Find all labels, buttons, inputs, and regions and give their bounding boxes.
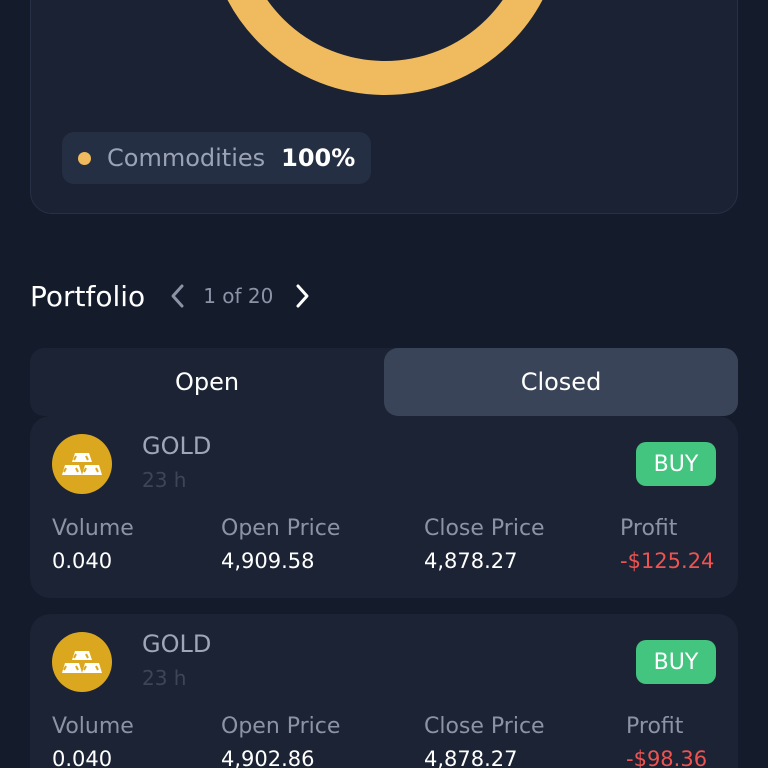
open-price-column: Open Price 4,909.58 [221,516,340,573]
legend-item-commodities: Commodities 100% [62,132,372,184]
chevron-right-icon[interactable] [291,281,315,311]
position-tabs: Open Closed [30,348,738,416]
legend-label: Commodities [107,144,266,172]
donut-slice-commodities [227,0,543,95]
gold-bars-icon [52,434,112,494]
volume-value: 0.040 [52,747,113,768]
open-price-column: Open Price 4,902.86 [221,714,340,768]
close-price-value: 4,878.27 [424,747,518,768]
position-card[interactable]: GOLD 23 h BUY Volume 0.040 Open Price 4,… [30,416,738,598]
profit-value: -$98.36 [626,747,708,768]
volume-column: Volume 0.040 [52,516,134,573]
buy-badge: BUY [636,442,716,486]
legend-percent: 100% [281,144,356,172]
closed-positions-screen: Commodities 100% Portfolio 1 of 20 Open … [0,0,768,768]
volume-column: Volume 0.040 [52,714,134,768]
instrument-symbol: GOLD [142,630,212,658]
position-age: 23 h [142,468,187,492]
close-price-column: Close Price 4,878.27 [424,714,545,768]
position-card[interactable]: GOLD 23 h BUY Volume 0.040 Open Price 4,… [30,614,738,768]
profit-column: Profit -$125.24 [620,516,714,573]
portfolio-header: Portfolio 1 of 20 [30,276,315,316]
close-price-label: Close Price [424,516,545,541]
open-price-value: 4,902.86 [221,747,315,768]
allocation-donut-chart [227,0,543,95]
legend-dot [78,151,91,165]
profit-label: Profit [626,714,684,739]
chevron-left-icon[interactable] [165,281,189,311]
tab-open[interactable]: Open [30,348,384,416]
close-price-column: Close Price 4,878.27 [424,516,545,573]
buy-badge: BUY [636,640,716,684]
open-price-label: Open Price [221,516,341,541]
close-price-value: 4,878.27 [424,549,518,573]
volume-label: Volume [52,714,134,739]
open-price-label: Open Price [221,714,341,739]
volume-label: Volume [52,516,134,541]
gold-bars-icon [52,632,112,692]
open-price-value: 4,909.58 [221,549,315,573]
profit-column: Profit -$98.36 [626,714,707,768]
allocation-card: Commodities 100% [30,0,738,214]
instrument-symbol: GOLD [142,432,212,460]
portfolio-title: Portfolio [30,279,146,313]
tab-closed[interactable]: Closed [384,348,738,416]
pager-indicator: 1 of 20 [203,284,274,308]
profit-value: -$125.24 [620,549,715,573]
position-age: 23 h [142,666,187,690]
close-price-label: Close Price [424,714,545,739]
volume-value: 0.040 [52,549,113,573]
profit-label: Profit [620,516,678,541]
